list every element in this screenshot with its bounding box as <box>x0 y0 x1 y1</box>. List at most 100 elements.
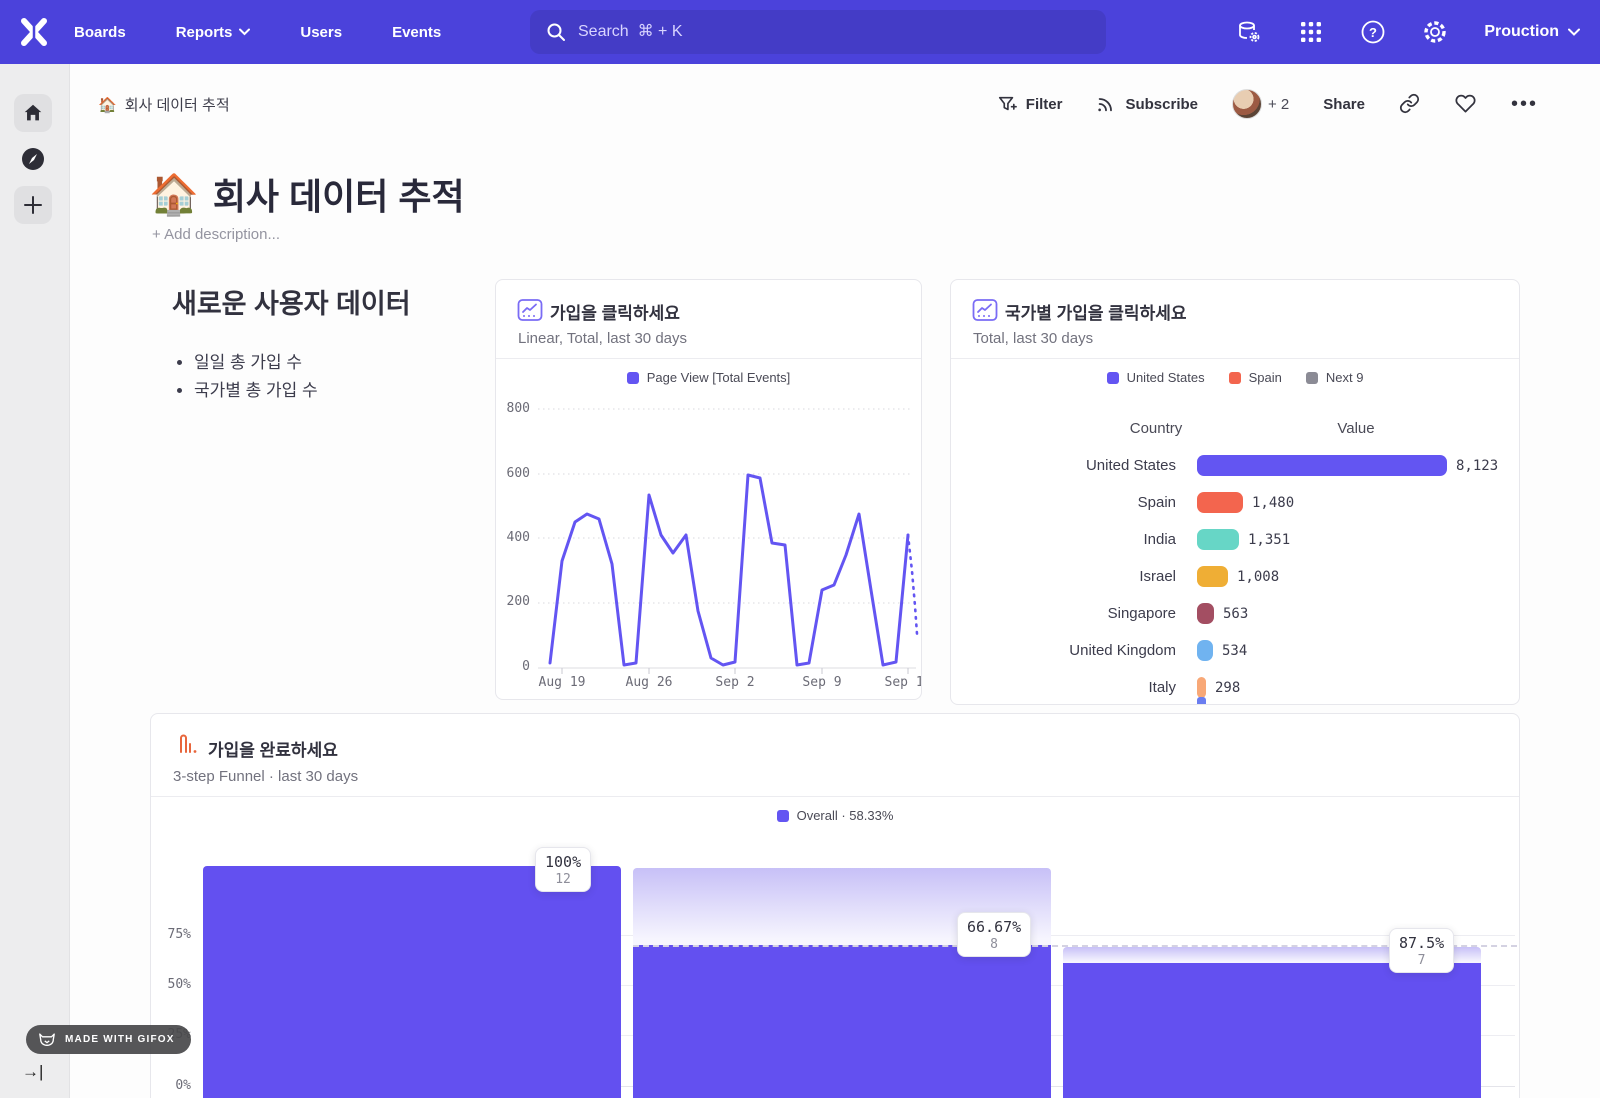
conversion-reference-line <box>633 945 1517 947</box>
subscribe-button[interactable]: Subscribe <box>1096 94 1198 114</box>
filter-button[interactable]: Filter <box>997 94 1063 114</box>
collaborators[interactable]: + 2 <box>1232 89 1289 119</box>
home-icon[interactable] <box>14 94 52 132</box>
bar-chart-card[interactable]: 국가별 가입을 클릭하세요 Total, last 30 days United… <box>950 279 1520 705</box>
value-bar <box>1197 677 1206 698</box>
line-series <box>550 475 908 665</box>
y-tick: 800 <box>496 401 530 416</box>
mixpanel-logo-icon[interactable] <box>18 16 50 48</box>
funnel-chart-icon <box>176 734 200 758</box>
copy-link-icon[interactable] <box>1399 93 1421 115</box>
divider <box>951 358 1519 359</box>
share-button[interactable]: Share <box>1323 96 1365 113</box>
funnel-step-2-label: 66.67% 8 <box>957 912 1031 957</box>
avatar <box>1232 89 1262 119</box>
chevron-down-icon <box>239 28 250 36</box>
divider <box>151 796 1519 797</box>
board-actions: Filter Subscribe + 2 Share ••• <box>997 86 1538 122</box>
add-description-button[interactable]: + Add description... <box>152 226 280 243</box>
table-row[interactable]: Spain 1,480 <box>951 484 1519 521</box>
funnel-chart-card[interactable]: 가입을 완료하세요 3-step Funnel · last 30 days O… <box>150 713 1520 1098</box>
insights-chart-icon <box>517 297 543 323</box>
favorite-heart-icon[interactable] <box>1455 93 1477 115</box>
line-chart-title: 가입을 클릭하세요 <box>550 299 680 324</box>
divider <box>496 358 921 359</box>
project-switcher[interactable]: Prouction <box>1484 23 1580 41</box>
search-icon <box>546 22 566 42</box>
value-bar <box>1197 640 1213 661</box>
value-bar <box>1197 492 1243 513</box>
x-tick: Sep 16 <box>878 675 922 690</box>
value-bar <box>1197 566 1228 587</box>
board-emoji: 🏠 <box>149 171 199 218</box>
y-tick: 75% <box>151 927 191 942</box>
x-tick: Sep 2 <box>705 675 765 690</box>
svg-text:?: ? <box>1369 25 1377 40</box>
line-chart-card[interactable]: 가입을 클릭하세요 Linear, Total, last 30 days Pa… <box>495 279 922 700</box>
nav-users[interactable]: Users <box>300 24 342 41</box>
more-options-button[interactable]: ••• <box>1511 99 1538 109</box>
value-bar <box>1197 455 1447 476</box>
nav-reports[interactable]: Reports <box>176 24 251 41</box>
legend-swatch <box>1229 372 1241 384</box>
table-row[interactable]: India 1,351 <box>951 521 1519 558</box>
nav-boards[interactable]: Boards <box>74 24 126 41</box>
table-row[interactable]: Singapore 563 <box>951 595 1519 632</box>
value-bar <box>1197 603 1214 624</box>
search-bar[interactable] <box>530 10 1106 54</box>
funnel-chart-subtitle: 3-step Funnel · last 30 days <box>173 768 358 785</box>
fox-icon <box>38 1032 56 1047</box>
top-nav-bar: Boards Reports Users Events ? <box>0 0 1600 64</box>
x-tick: Sep 9 <box>792 675 852 690</box>
column-header-country: Country <box>1066 420 1246 437</box>
bar-chart-title: 국가별 가입을 클릭하세요 <box>1005 299 1187 324</box>
text-tile: 새로운 사용자 데이터 일일 총 가입 수 국가별 총 가입 수 <box>172 282 472 405</box>
column-header-value: Value <box>1266 420 1446 437</box>
y-tick: 0 <box>496 659 530 674</box>
rss-icon <box>1096 94 1116 114</box>
gifox-badge: MADE WITH GIFOX <box>26 1025 191 1054</box>
collaborators-count: + 2 <box>1268 96 1289 113</box>
text-tile-heading: 새로운 사용자 데이터 <box>172 282 472 321</box>
search-input[interactable] <box>578 23 1058 41</box>
sidebar-collapse-icon[interactable]: →| <box>22 1062 43 1082</box>
table-row[interactable]: Italy 298 <box>951 669 1519 705</box>
bar-chart-subtitle: Total, last 30 days <box>973 330 1093 347</box>
settings-gear-icon[interactable] <box>1422 19 1448 45</box>
breadcrumb[interactable]: 🏠 회사 데이터 추적 <box>98 94 230 115</box>
text-tile-bullet: 일일 총 가입 수 <box>194 349 472 377</box>
table-row[interactable]: United States 8,123 <box>951 447 1519 484</box>
clipped-row-bar <box>1197 697 1206 705</box>
y-tick: 600 <box>496 466 530 481</box>
table-row[interactable]: United Kingdom 534 <box>951 632 1519 669</box>
x-tick: Aug 19 <box>532 675 592 690</box>
line-chart-legend: Page View [Total Events] <box>496 370 921 385</box>
nav-events[interactable]: Events <box>392 24 441 41</box>
help-icon[interactable]: ? <box>1360 19 1386 45</box>
left-sidebar <box>0 64 70 1098</box>
legend-swatch <box>777 810 789 822</box>
line-chart-subtitle: Linear, Total, last 30 days <box>518 330 687 347</box>
data-management-icon[interactable] <box>1236 19 1262 45</box>
add-board-icon[interactable] <box>14 186 52 224</box>
line-series-projection <box>908 535 917 634</box>
x-tick: Aug 26 <box>619 675 679 690</box>
funnel-step-3-label: 87.5% 7 <box>1389 928 1454 973</box>
apps-grid-icon[interactable] <box>1298 19 1324 45</box>
y-tick: 0% <box>151 1078 191 1093</box>
y-tick: 400 <box>496 530 530 545</box>
legend-swatch <box>627 372 639 384</box>
text-tile-bullet: 국가별 총 가입 수 <box>194 377 472 405</box>
chevron-down-icon <box>1568 28 1580 36</box>
value-bar <box>1197 529 1239 550</box>
compass-icon[interactable] <box>14 140 52 178</box>
y-tick: 50% <box>151 977 191 992</box>
funnel-chart-title: 가입을 완료하세요 <box>208 736 338 761</box>
bar-chart-legend: United States Spain Next 9 <box>951 370 1519 385</box>
board-emoji-icon: 🏠 <box>98 96 117 114</box>
legend-swatch <box>1306 372 1318 384</box>
legend-swatch <box>1107 372 1119 384</box>
line-chart-plot[interactable] <box>538 396 922 686</box>
page-title: 🏠 회사 데이터 추적 <box>149 168 465 220</box>
table-row[interactable]: Israel 1,008 <box>951 558 1519 595</box>
